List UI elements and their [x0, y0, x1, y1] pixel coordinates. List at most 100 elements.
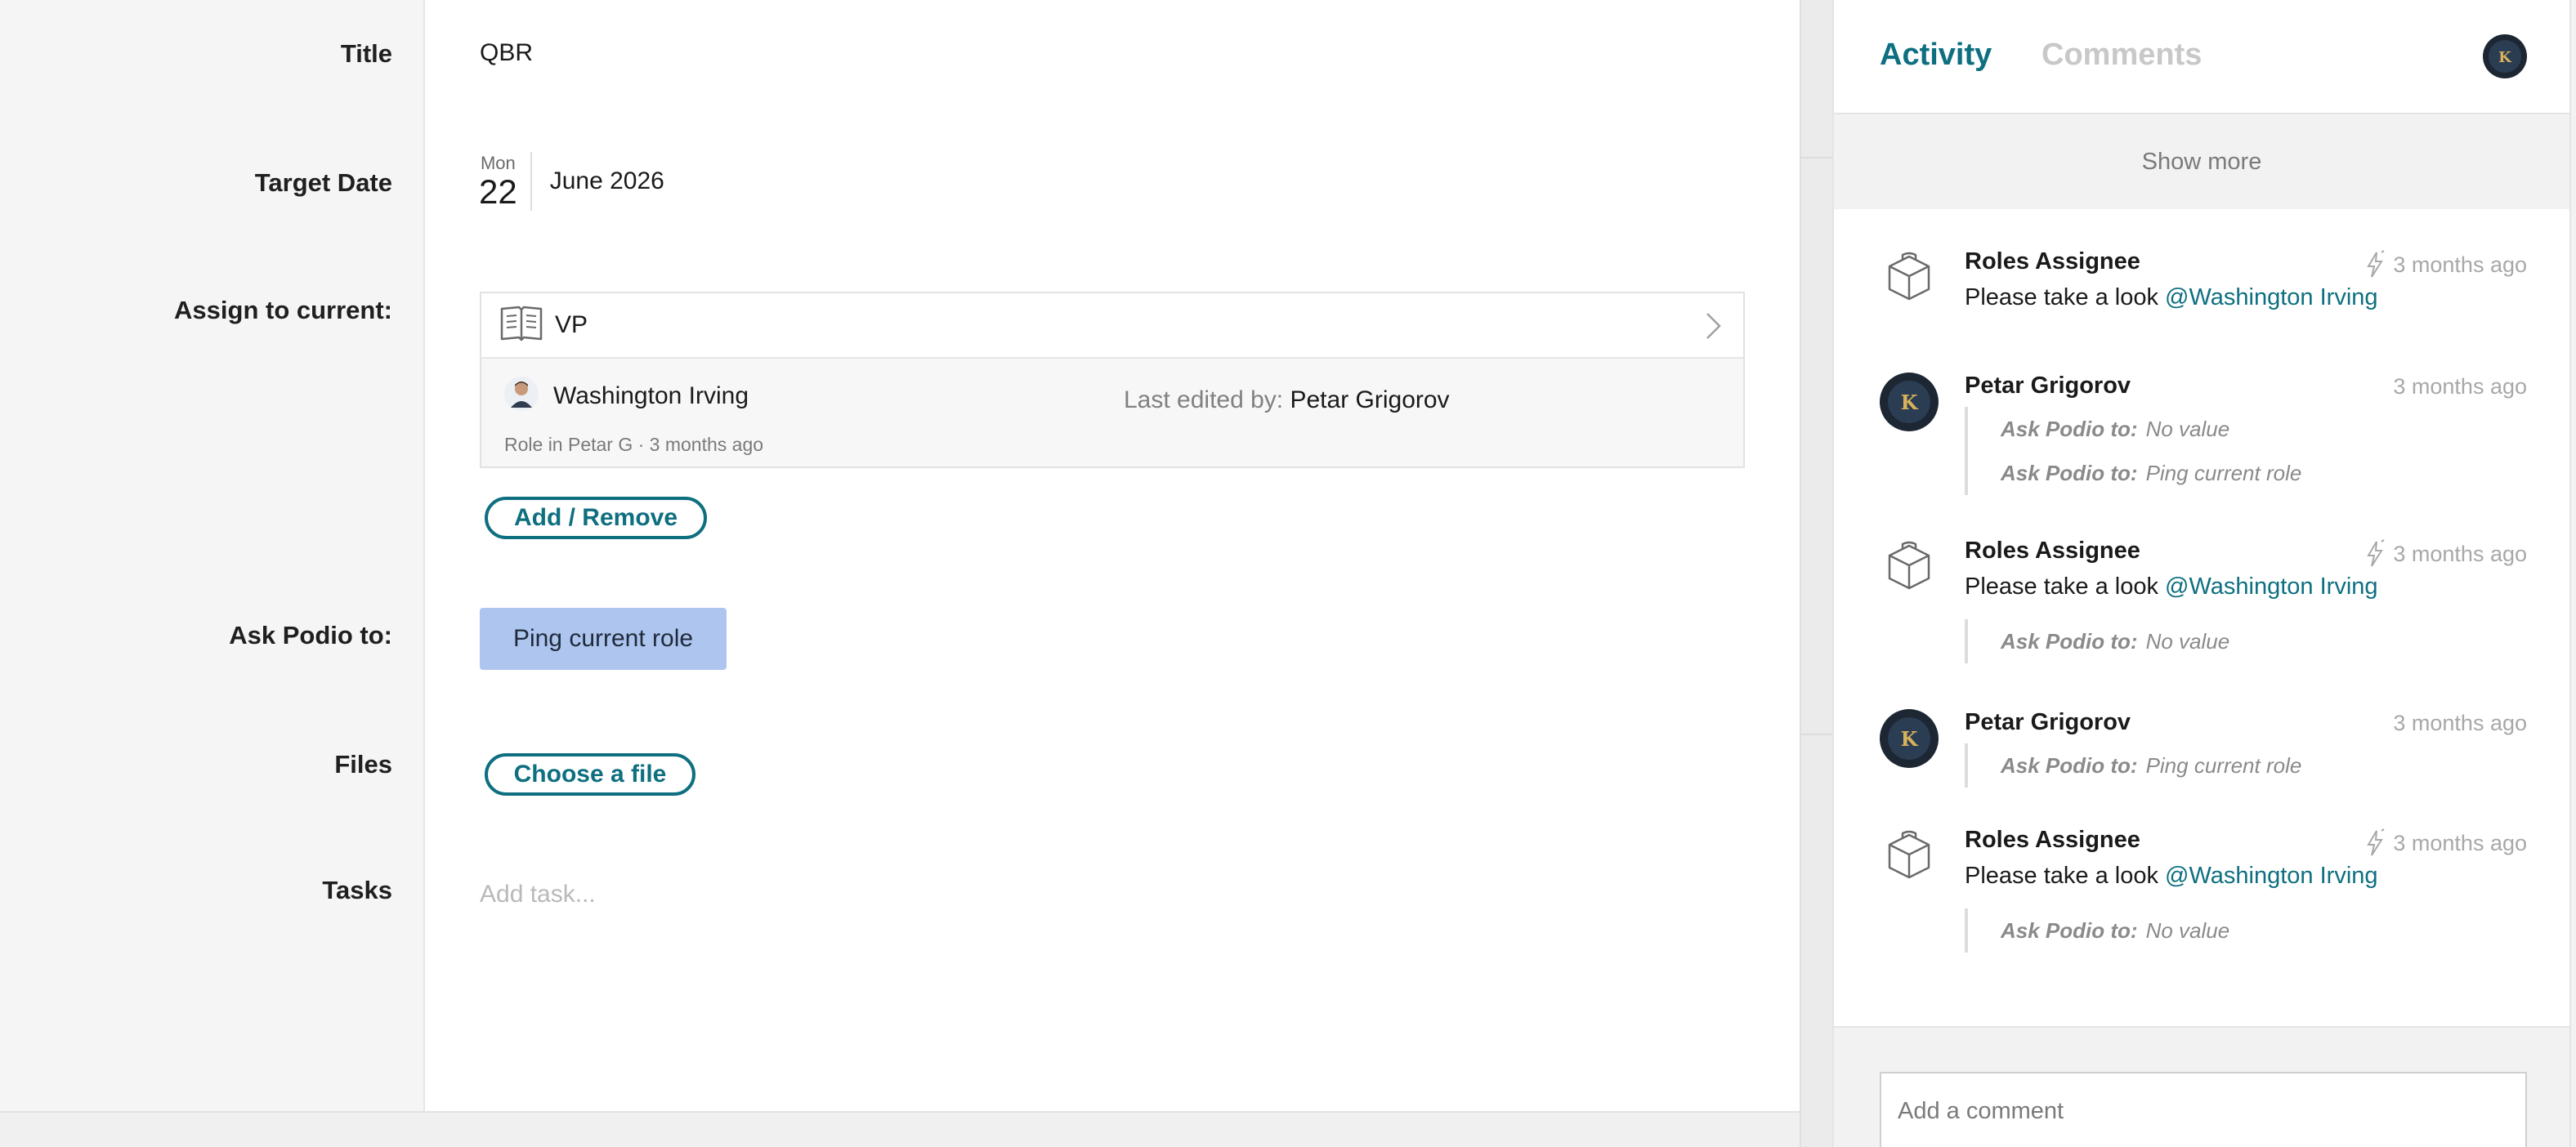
change-value: No value	[2145, 629, 2230, 654]
activity-time-text: 3 months ago	[2393, 252, 2527, 277]
change-value: No value	[2145, 417, 2230, 441]
target-date-label: Target Date	[254, 168, 392, 197]
change-line: Ask Podio to: No value	[2001, 407, 2301, 451]
activity-item: Roles Assignee 3 months ago Please take …	[1880, 827, 2527, 957]
activity-message: Please take a look @Washington Irving	[1965, 863, 2378, 890]
title-value[interactable]: QBR	[480, 39, 533, 67]
activity-time: 3 months ago	[2364, 539, 2527, 569]
cube-icon	[1880, 827, 1939, 886]
change-line: Ask Podio to: No value	[2001, 619, 2229, 663]
date-day: 22	[479, 172, 517, 211]
ask-podio-label: Ask Podio to:	[229, 621, 392, 649]
change-value: Ping current role	[2145, 753, 2302, 778]
field-change: Ask Podio to: No value	[1965, 908, 2229, 953]
mention-link[interactable]: @Washington Irving	[2165, 863, 2377, 889]
mention-link[interactable]: @Washington Irving	[2165, 574, 2377, 600]
activity-message-text: Please take a look	[1965, 574, 2158, 600]
svg-text:K: K	[1901, 727, 1919, 751]
comment-input[interactable]: Add a comment	[1898, 1098, 2064, 1125]
reference-person-name: Washington Irving	[553, 382, 749, 409]
target-date-widget[interactable]: Mon 22 June 2026	[479, 150, 664, 212]
activity-message-text: Please take a look	[1965, 863, 2158, 889]
files-label: Files	[334, 750, 392, 779]
date-weekday: Mon	[480, 153, 516, 173]
lightning-icon	[2367, 828, 2385, 856]
user-avatar: K	[1880, 709, 1939, 768]
change-line: Ask Podio to: Ping current role	[2001, 743, 2301, 788]
lightning-icon	[2367, 250, 2385, 278]
activity-item: Roles Assignee 3 months ago Please take …	[1880, 248, 2527, 330]
last-edited-name: Petar Grigorov	[1290, 386, 1450, 413]
activity-author[interactable]: Roles Assignee	[1965, 538, 2140, 565]
tab-activity[interactable]: Activity	[1880, 38, 1992, 73]
activity-panel: Activity Comments K Show more Roles Assi…	[1832, 0, 2571, 1147]
field-change: Ask Podio to: Ping current role	[1965, 743, 2301, 788]
activity-time: 3 months ago	[2364, 250, 2527, 279]
cube-icon	[1880, 248, 1939, 307]
activity-sidebar: Activity Comments K Show more Roles Assi…	[1832, 0, 2576, 1147]
assign-label: Assign to current:	[174, 296, 392, 324]
activity-author[interactable]: Petar Grigorov	[1965, 373, 2131, 399]
change-value: Ping current role	[2145, 461, 2302, 485]
divider	[1800, 734, 1832, 735]
activity-author[interactable]: Roles Assignee	[1965, 248, 2140, 275]
last-edited: Last edited by: Petar Grigorov	[1124, 386, 1450, 414]
activity-item: K Petar Grigorov 3 months ago Ask Podio …	[1880, 709, 2527, 791]
date-day-box: Mon 22	[479, 152, 532, 211]
sidebar-header: Activity Comments K	[1834, 0, 2569, 114]
activity-time-text: 3 months ago	[2393, 541, 2527, 566]
comment-box[interactable]: Add a comment	[1880, 1072, 2527, 1147]
change-label: Ask Podio to:	[2001, 417, 2138, 441]
svg-text:K: K	[2498, 49, 2512, 66]
reference-app-name: VP	[555, 311, 588, 338]
tasks-label: Tasks	[322, 876, 392, 904]
tab-comments[interactable]: Comments	[2042, 38, 2202, 73]
field-labels-column: Title Target Date Assign to current: Ask…	[0, 0, 425, 1111]
activity-item: Roles Assignee 3 months ago Please take …	[1880, 538, 2527, 668]
activity-time: 3 months ago	[2393, 374, 2527, 399]
comment-footer: Add a comment	[1834, 1026, 2569, 1147]
date-month-year: June 2026	[549, 167, 664, 194]
activity-message: Please take a look @Washington Irving	[1965, 284, 2378, 311]
activity-time: 3 months ago	[2393, 711, 2527, 735]
bottom-strip	[0, 1111, 1800, 1147]
reference-person: Washington Irving	[504, 377, 749, 415]
ping-current-role-button[interactable]: Ping current role	[480, 608, 727, 670]
divider	[1800, 157, 1832, 158]
change-label: Ask Podio to:	[2001, 753, 2138, 778]
activity-time: 3 months ago	[2364, 828, 2527, 858]
change-label: Ask Podio to:	[2001, 918, 2138, 943]
add-remove-button[interactable]: Add / Remove	[485, 497, 707, 539]
reference-card-body: Washington Irving Role in Petar G · 3 mo…	[481, 359, 1743, 466]
change-value: No value	[2145, 918, 2230, 943]
chevron-right-icon[interactable]	[1704, 311, 1722, 345]
field-change: Ask Podio to: No value Ask Podio to: Ping …	[1965, 407, 2301, 495]
cube-icon	[1880, 538, 1939, 596]
book-icon	[499, 305, 543, 346]
reference-meta: Role in Petar G · 3 months ago	[504, 434, 764, 455]
background-strip	[1800, 0, 1832, 1147]
activity-author[interactable]: Roles Assignee	[1965, 827, 2140, 854]
activity-message: Please take a look @Washington Irving	[1965, 574, 2378, 600]
user-avatar[interactable]: K	[2483, 34, 2527, 83]
lightning-icon	[2367, 539, 2385, 567]
choose-file-button[interactable]: Choose a file	[485, 753, 695, 796]
field-change: Ask Podio to: No value	[1965, 619, 2229, 663]
user-avatar: K	[1880, 373, 1939, 431]
change-line: Ask Podio to: Ping current role	[2001, 451, 2301, 495]
last-edited-label: Last edited by:	[1124, 386, 1284, 413]
activity-time-text: 3 months ago	[2393, 830, 2527, 855]
reference-card[interactable]: VP Washington Irving Role in Petar G · 3…	[480, 292, 1745, 468]
change-label: Ask Podio to:	[2001, 461, 2138, 485]
add-task-input[interactable]: Add task...	[480, 881, 596, 908]
activity-author[interactable]: Petar Grigorov	[1965, 709, 2131, 736]
svg-text:K: K	[1901, 391, 1919, 414]
person-avatar-icon	[504, 377, 539, 415]
change-label: Ask Podio to:	[2001, 629, 2138, 654]
reference-card-header[interactable]: VP	[481, 293, 1743, 359]
activity-item: K Petar Grigorov 3 months ago Ask Podio …	[1880, 373, 2527, 503]
mention-link[interactable]: @Washington Irving	[2165, 284, 2377, 310]
title-label: Title	[340, 39, 392, 68]
change-line: Ask Podio to: No value	[2001, 908, 2229, 953]
show-more-button[interactable]: Show more	[1834, 114, 2569, 209]
